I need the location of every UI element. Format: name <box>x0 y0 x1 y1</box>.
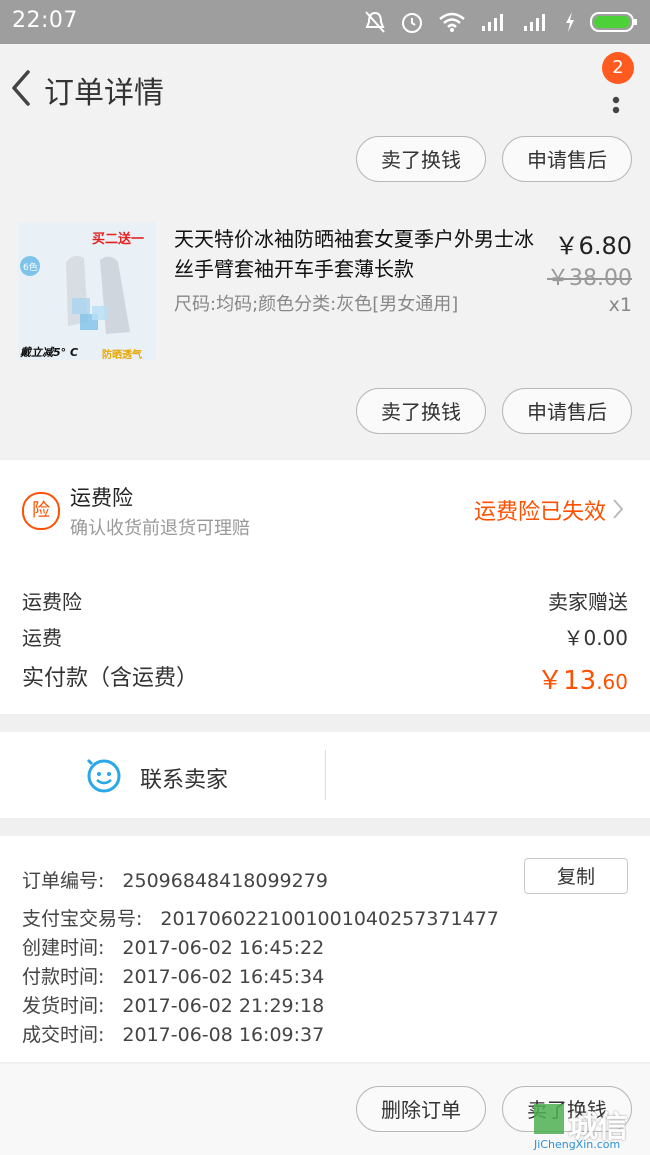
status-icons <box>364 8 638 36</box>
alipay-trade-value: 2017060221001001040257371477 <box>160 908 499 930</box>
status-time: 22:07 <box>12 8 78 33</box>
more-menu-icon[interactable] <box>612 82 620 120</box>
color-count-badge: 6色 <box>23 263 38 273</box>
alarm-icon <box>402 13 422 33</box>
summary-shipping-label: 运费 <box>22 626 62 650</box>
item-after-sale-button[interactable]: 申请售后 <box>502 388 632 434</box>
promo-label: 买二送一 <box>92 232 145 247</box>
contact-divider <box>325 750 326 800</box>
signal-icon <box>482 14 503 31</box>
created-time-label: 创建时间: <box>22 937 105 959</box>
product-name: 天天特价冰袖防晒袖套女夏季户外男士冰丝手臂套袖开车手套薄长款 <box>174 227 534 281</box>
order-info-section: 复制 订单编号: 25096848418099279 支付宝交易号: 2017060… <box>0 836 650 1062</box>
order-number-row: 订单编号: 25096848418099279 <box>22 866 328 893</box>
insurance-status-link[interactable]: 运费险已失效 <box>474 494 606 526</box>
item-sell-exchange-button[interactable]: 卖了换钱 <box>356 388 486 434</box>
paid-time-row: 付款时间: 2017-06-02 16:45:34 <box>22 962 324 989</box>
insurance-title: 运费险 <box>70 486 133 510</box>
created-time-row: 创建时间: 2017-06-02 16:45:22 <box>22 933 324 960</box>
signal-icon-2 <box>524 14 545 31</box>
paid-amount-integer: ￥13 <box>537 666 597 696</box>
copy-order-number-button[interactable]: 复制 <box>524 858 628 894</box>
contact-section: 联系卖家 <box>0 732 650 818</box>
summary-shipping-value: ￥0.00 <box>563 626 628 650</box>
wifi-icon <box>439 12 465 32</box>
back-arrow-icon[interactable] <box>6 66 36 110</box>
summary-insurance-row: 运费险 卖家赠送 <box>22 586 628 615</box>
mute-icon <box>365 11 385 33</box>
product-item[interactable]: 6色 买二送一 戴立减5° C 防晒透气 天天特价冰袖防晒袖套女夏季户外男士冰丝… <box>0 206 650 458</box>
summary-paid-row: 实付款（含运费） ￥13.60 <box>22 660 628 696</box>
shipped-time-value: 2017-06-02 21:29:18 <box>122 995 325 1017</box>
contact-seller-label: 联系卖家 <box>140 768 229 793</box>
paid-amount-decimal: .60 <box>596 670 628 694</box>
app-bar: 订单详情 2 <box>0 44 650 132</box>
paid-time-label: 付款时间: <box>22 966 105 988</box>
alipay-trade-row: 支付宝交易号: 2017060221001001040257371477 <box>22 904 499 931</box>
order-number-value: 25096848418099279 <box>122 870 328 892</box>
summary-paid-amount: ￥13.60 <box>537 660 628 697</box>
cooling-label: 戴立减5° C <box>20 346 79 359</box>
summary-shipping-row: 运费 ￥0.00 <box>22 622 628 651</box>
product-original-price: ￥38.00 <box>547 266 632 291</box>
completed-time-row: 成交时间: 2017-06-08 16:09:37 <box>22 1020 324 1047</box>
shipped-time-label: 发货时间: <box>22 995 105 1017</box>
sell-exchange-button[interactable]: 卖了换钱 <box>356 136 486 182</box>
completed-time-label: 成交时间: <box>22 1024 105 1046</box>
status-bar: 22:07 <box>0 0 650 44</box>
order-number-label: 订单编号: <box>22 870 105 892</box>
created-time-value: 2017-06-02 16:45:22 <box>122 937 325 959</box>
contact-seller-button[interactable]: 联系卖家 <box>0 732 325 818</box>
paid-time-value: 2017-06-02 16:45:34 <box>122 966 325 988</box>
shipped-time-row: 发货时间: 2017-06-02 21:29:18 <box>22 991 324 1018</box>
insurance-icon: 险 <box>22 492 60 530</box>
completed-time-value: 2017-06-08 16:09:37 <box>122 1024 325 1046</box>
watermark-logo-icon <box>534 1104 564 1134</box>
product-image[interactable]: 6色 买二送一 戴立减5° C 防晒透气 <box>18 222 156 360</box>
battery-icon <box>590 12 637 32</box>
chevron-right-icon[interactable] <box>612 498 624 520</box>
chat-smile-icon <box>86 758 121 793</box>
alipay-trade-label: 支付宝交易号: <box>22 908 143 930</box>
charging-icon <box>566 12 574 32</box>
insurance-subtitle: 确认收货前退货可理赔 <box>70 518 250 539</box>
summary-paid-label: 实付款（含运费） <box>22 666 199 691</box>
notification-badge: 2 <box>602 52 634 84</box>
watermark-url: JiChengXin.com <box>534 1138 621 1151</box>
product-quantity: x1 <box>608 294 632 316</box>
after-sale-button[interactable]: 申请售后 <box>502 136 632 182</box>
order-actions-top: 卖了换钱 申请售后 <box>0 132 650 206</box>
feature-label: 防晒透气 <box>102 350 142 360</box>
bottom-action-bar: 删除订单 卖了换钱 城信 JiChengXin.com <box>0 1064 650 1155</box>
delete-order-button[interactable]: 删除订单 <box>356 1086 486 1132</box>
summary-insurance-label: 运费险 <box>22 590 82 614</box>
page-title: 订单详情 <box>44 76 164 111</box>
product-sku: 尺码:均码;颜色分类:灰色[男女通用] <box>174 294 459 315</box>
summary-insurance-value: 卖家赠送 <box>548 590 628 614</box>
insurance-section: 险 运费险 确认收货前退货可理赔 运费险已失效 运费险 卖家赠送 运费 ￥0.0… <box>0 460 650 714</box>
product-price: ￥6.80 <box>554 232 632 260</box>
